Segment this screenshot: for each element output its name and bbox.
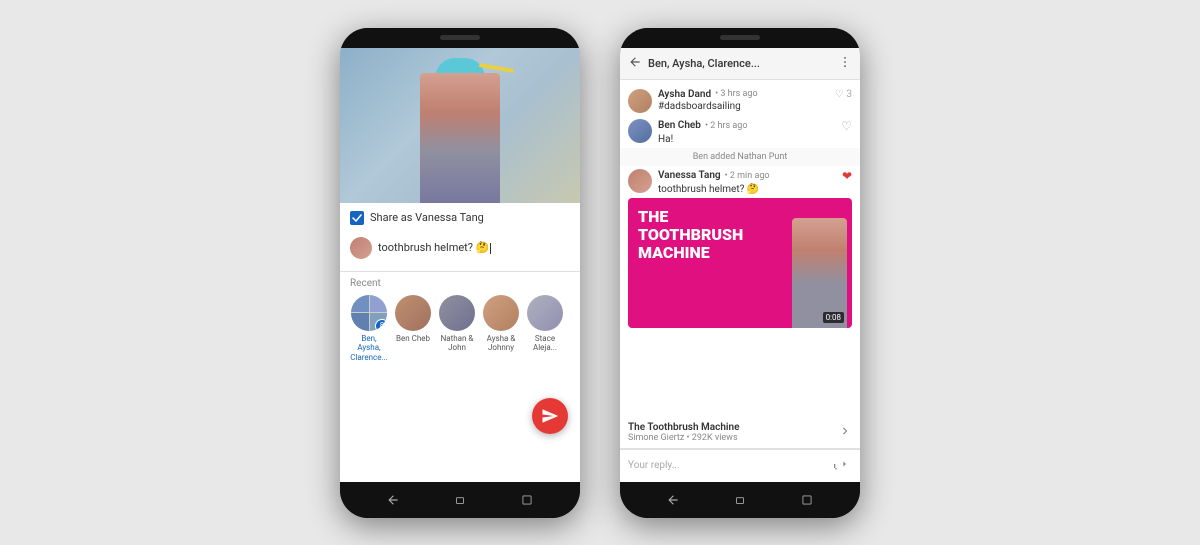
recent-label: Recent xyxy=(350,278,570,289)
contact-name: Aysha & Johnny xyxy=(482,334,520,353)
send-button[interactable] xyxy=(532,398,568,434)
divider xyxy=(340,271,580,272)
contact-item[interactable]: Stace Aleja... xyxy=(526,295,564,363)
phone1-speaker xyxy=(440,35,480,40)
phone2-top-bar xyxy=(620,28,860,48)
phone-1: Share as Vanessa Tang toothbrush helmet?… xyxy=(340,28,580,518)
video-info: The Toothbrush Machine Simone Giertz • 2… xyxy=(628,422,834,443)
phone1-nav-bar xyxy=(340,482,580,518)
chat-header: Ben, Aysha, Clarence... xyxy=(620,48,860,80)
contact-item[interactable]: Aysha & Johnny xyxy=(482,295,520,363)
video-channel: Simone Giertz • 292K views xyxy=(628,433,834,443)
phone1-video-image xyxy=(340,48,580,203)
message-input[interactable]: toothbrush helmet? 🤔 xyxy=(378,241,570,254)
contact-avatar xyxy=(483,295,519,331)
reply-icon[interactable] xyxy=(832,456,852,476)
recent-contacts: 8 Ben, Aysha, Clarence... Ben Cheb Natha… xyxy=(350,295,570,363)
recents-nav-icon[interactable] xyxy=(799,492,815,508)
back-button[interactable] xyxy=(628,54,642,73)
like-icon[interactable]: ❤ xyxy=(842,169,852,183)
share-label: Share as Vanessa Tang xyxy=(370,211,484,224)
reply-bar: Your reply... xyxy=(620,449,860,482)
contact-avatar-multi: 8 xyxy=(351,295,387,331)
like-icon[interactable]: ♡ xyxy=(841,119,852,133)
contact-badge: 8 xyxy=(375,319,387,331)
message-sender: Ben Cheb xyxy=(658,120,701,131)
contact-item[interactable]: Nathan & John xyxy=(438,295,476,363)
chat-bubble: Aysha Dand • 3 hrs ago ♡ 3 #dadsboardsai… xyxy=(658,89,852,112)
phone2-nav-bar xyxy=(620,482,860,518)
message-sender: Vanessa Tang xyxy=(658,170,721,181)
phone1-top-bar xyxy=(340,28,580,48)
contact-item[interactable]: 8 Ben, Aysha, Clarence... xyxy=(350,295,388,363)
home-nav-icon[interactable] xyxy=(732,492,748,508)
message-time: • 2 hrs ago xyxy=(705,121,748,131)
contact-avatar xyxy=(395,295,431,331)
message-input-row[interactable]: toothbrush helmet? 🤔 xyxy=(350,233,570,265)
contact-name: Ben, Aysha, Clarence... xyxy=(350,334,388,363)
contact-name: Nathan & John xyxy=(438,334,476,353)
chat-name-line: Aysha Dand • 3 hrs ago ♡ 3 xyxy=(658,89,852,100)
share-checkbox[interactable] xyxy=(350,211,364,225)
contact-item[interactable]: Ben Cheb xyxy=(394,295,432,363)
recents-nav-icon[interactable] xyxy=(519,492,535,508)
chat-message: Ben Cheb • 2 hrs ago ♡ Ha! xyxy=(620,116,860,148)
chat-bubble: Ben Cheb • 2 hrs ago ♡ Ha! xyxy=(658,119,852,145)
phone2-speaker xyxy=(720,35,760,40)
phone2-screen: Ben, Aysha, Clarence... Aysha Dand • 3 h… xyxy=(620,48,860,482)
reply-input[interactable]: Your reply... xyxy=(628,460,826,471)
video-title: The Toothbrush Machine xyxy=(628,422,834,433)
video-chevron-icon[interactable] xyxy=(838,423,852,442)
message-content: Ha! xyxy=(658,134,852,145)
message-content: #dadsboardsailing xyxy=(658,101,852,112)
chat-message: Aysha Dand • 3 hrs ago ♡ 3 #dadsboardsai… xyxy=(620,86,860,116)
vanessa-avatar xyxy=(628,169,652,193)
share-panel: Share as Vanessa Tang toothbrush helmet?… xyxy=(340,203,580,369)
ben-avatar xyxy=(628,119,652,143)
back-nav-icon[interactable] xyxy=(385,492,401,508)
chat-message: Vanessa Tang • 2 min ago ❤ toothbrush he… xyxy=(620,166,860,198)
system-message: Ben added Nathan Punt xyxy=(620,148,860,166)
message-time: • 2 min ago xyxy=(725,171,770,181)
aysha-avatar xyxy=(628,89,652,113)
video-duration: 0:08 xyxy=(823,312,844,323)
video-title-overlay: THE TOOTHBRUSH MACHINE xyxy=(638,208,743,263)
chat-header-title: Ben, Aysha, Clarence... xyxy=(648,57,832,70)
video-thumbnail[interactable]: THE TOOTHBRUSH MACHINE 0:08 xyxy=(628,198,852,328)
share-checkbox-row[interactable]: Share as Vanessa Tang xyxy=(350,211,570,225)
more-options-button[interactable] xyxy=(838,54,852,73)
phone1-screen: Share as Vanessa Tang toothbrush helmet?… xyxy=(340,48,580,482)
phone-2: Ben, Aysha, Clarence... Aysha Dand • 3 h… xyxy=(620,28,860,518)
back-nav-icon[interactable] xyxy=(665,492,681,508)
helmet-stick xyxy=(479,62,514,72)
contact-name: Ben Cheb xyxy=(396,334,430,344)
chat-name-line: Ben Cheb • 2 hrs ago ♡ xyxy=(658,119,852,133)
message-content: toothbrush helmet? 🤔 xyxy=(658,184,852,195)
chat-bubble: Vanessa Tang • 2 min ago ❤ toothbrush he… xyxy=(658,169,852,195)
person-image xyxy=(420,73,500,203)
contact-avatar xyxy=(527,295,563,331)
message-sender: Aysha Dand xyxy=(658,89,711,100)
chat-name-line: Vanessa Tang • 2 min ago ❤ xyxy=(658,169,852,183)
user-avatar xyxy=(350,237,372,259)
like-icon[interactable]: ♡ 3 xyxy=(835,89,852,100)
message-time: • 3 hrs ago xyxy=(715,89,758,99)
contact-avatar xyxy=(439,295,475,331)
contact-name: Stace Aleja... xyxy=(526,334,564,353)
chat-messages: Aysha Dand • 3 hrs ago ♡ 3 #dadsboardsai… xyxy=(620,80,860,417)
video-info-row[interactable]: The Toothbrush Machine Simone Giertz • 2… xyxy=(620,417,860,449)
home-nav-icon[interactable] xyxy=(452,492,468,508)
